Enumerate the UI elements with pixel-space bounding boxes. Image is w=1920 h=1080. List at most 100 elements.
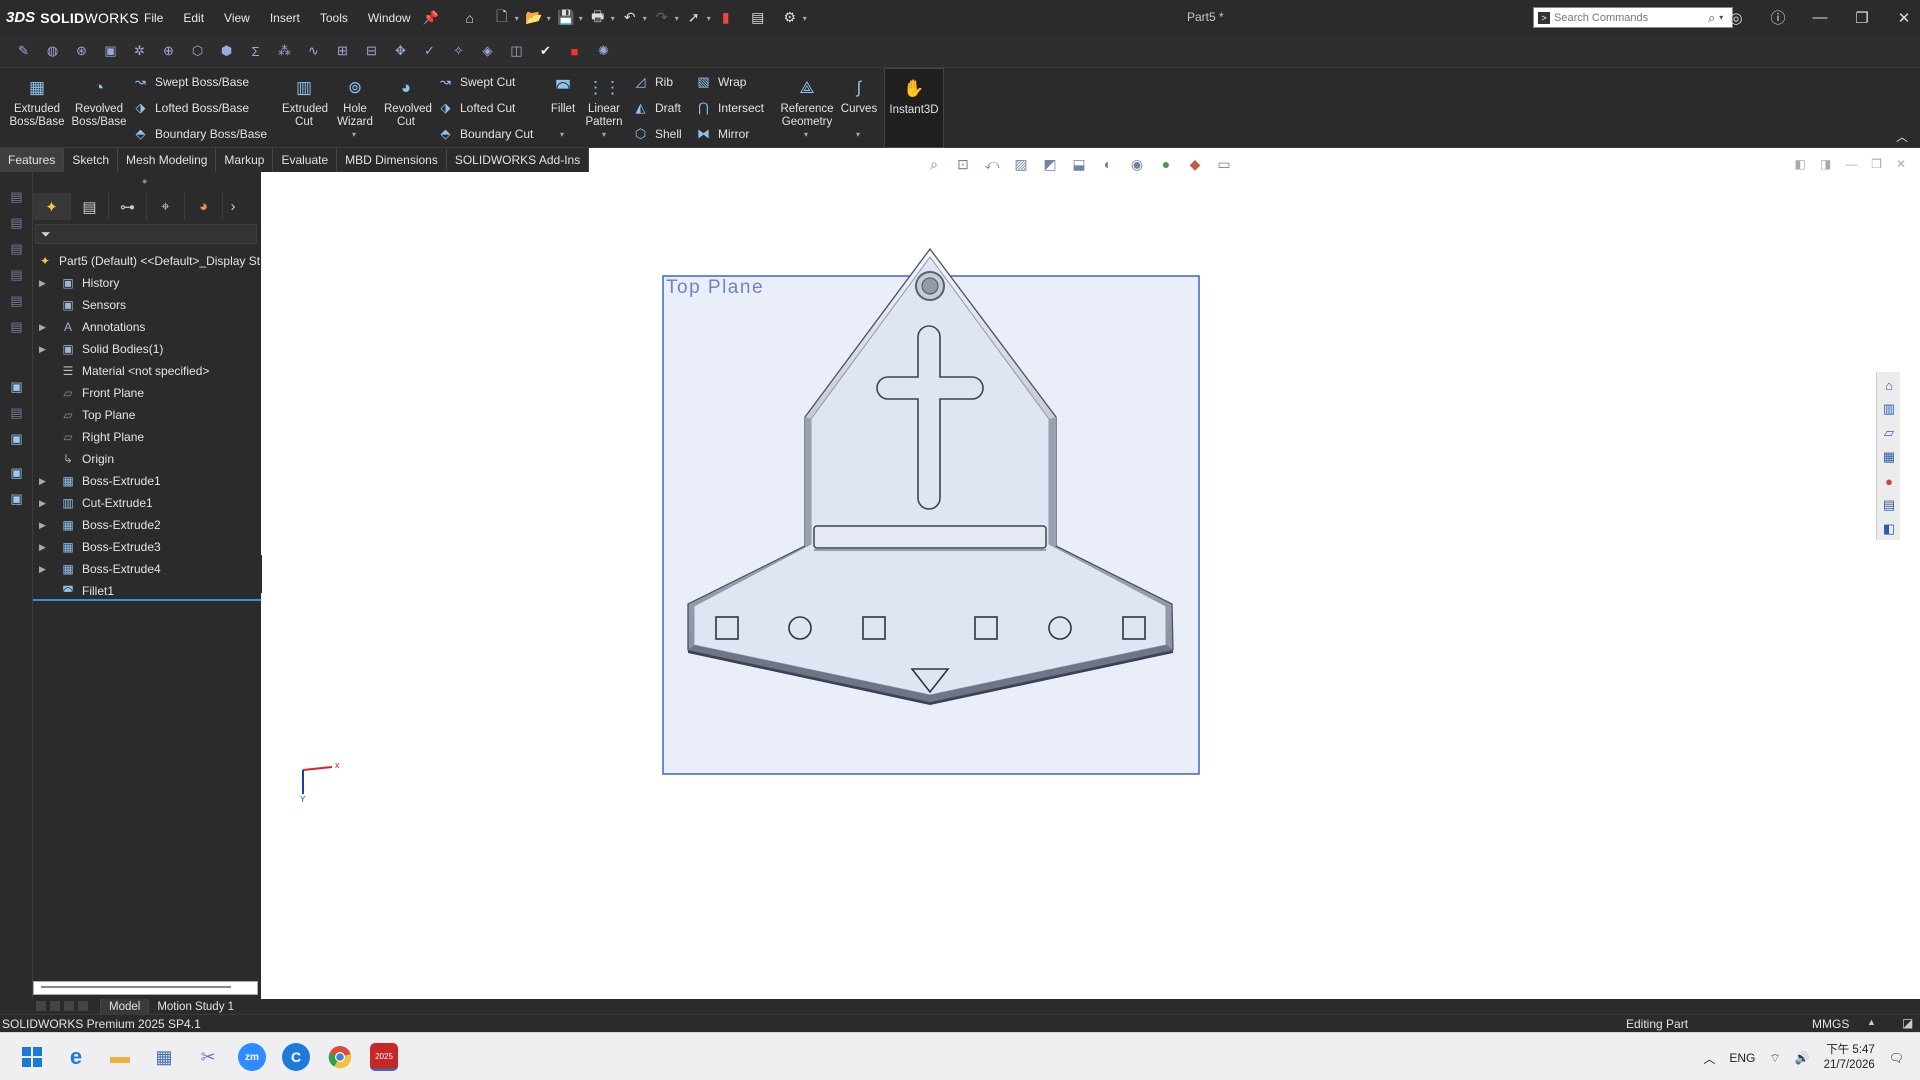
extrude-tool-icon[interactable]: ▣ [101,42,120,61]
strip-tool-9-icon[interactable]: ▣ [7,430,26,447]
strip-tool-7-icon[interactable]: ▣ [7,378,26,395]
c-app-icon[interactable]: C [282,1043,310,1071]
lofted-boss-button[interactable]: ⬗ Lofted Boss/Base [132,98,250,118]
extruded-boss-button[interactable]: ▦ Extruded Boss/Base [6,76,68,128]
file-properties-icon[interactable]: ▤ [749,9,767,27]
tab-solidworks-addins[interactable]: SOLIDWORKS Add-Ins [447,148,590,172]
revolved-boss-button[interactable]: ◔ Revolved Boss/Base [68,76,130,128]
calculator-icon[interactable]: ▦ [150,1043,178,1071]
hole-wizard-dropdown-icon[interactable]: ▾ [352,130,356,139]
shell-button[interactable]: ⬡ Shell [632,124,682,144]
curves-button[interactable]: ∫ Curves [829,76,889,116]
scroll-first-icon[interactable] [36,1001,46,1011]
tree-node-annotations[interactable]: ▶ A Annotations [33,316,261,338]
wrap-button[interactable]: ▧ Wrap [695,72,746,92]
feature-manager-horizontal-scrollbar[interactable] [33,978,261,999]
expand-arrow-icon[interactable]: ▶ [39,564,46,575]
render-tool-icon[interactable]: ◈ [478,42,497,61]
mirror-button[interactable]: ⧓ Mirror [695,124,749,144]
save-icon[interactable]: 💾 ▾ [557,9,583,27]
tree-node-boss-extrude1[interactable]: ▶ ▦ Boss-Extrude1 [33,470,261,492]
menu-edit[interactable]: Edit [183,11,204,25]
viewport-close-icon[interactable]: ✕ [1896,157,1906,171]
print-icon[interactable]: 🖶 ▾ [589,8,615,27]
strip-tool-6-icon[interactable]: ▤ [7,318,26,335]
tray-overflow-chevron-icon[interactable]: ︿ [1703,1050,1715,1067]
boundary-boss-button[interactable]: ⬘ Boundary Boss/Base [132,124,268,144]
verify-icon[interactable]: ✔ [536,42,555,61]
tab-features[interactable]: Features [0,148,65,172]
expand-arrow-icon[interactable]: ▶ [39,278,46,289]
solidworks-taskbar-icon[interactable]: 2025 [370,1043,398,1071]
options-gear-icon[interactable]: ⚙ ▾ [781,9,806,27]
search-dropdown-icon[interactable]: ▾ [1719,13,1723,22]
feature-manager-tab-icon[interactable]: ✦ [33,193,71,220]
search-icon[interactable]: ⌕ [1708,10,1715,26]
input-language-indicator[interactable]: ENG [1729,1051,1755,1065]
user-account-icon[interactable]: ◎ [1726,9,1746,27]
unit-system-selector[interactable]: MMGS [1812,1017,1849,1031]
strip-tool-8-icon[interactable]: ▤ [7,404,26,421]
menu-insert[interactable]: Insert [270,11,300,25]
dimxpert-manager-tab-icon[interactable]: ⌖ [147,193,185,220]
zoom-app-icon[interactable]: zm [238,1043,266,1071]
tab-sketch[interactable]: Sketch [64,148,119,172]
viewport-minimize-icon[interactable]: — [1845,157,1857,171]
gear-feature-icon[interactable]: ✲ [130,42,149,61]
pattern-tool-icon[interactable]: ⁂ [275,42,294,61]
tab-mbd-dimensions[interactable]: MBD Dimensions [337,148,447,172]
strip-tool-1-icon[interactable]: ▤ [7,188,26,205]
rib-button[interactable]: ◿ Rib [632,72,674,92]
restore-icon[interactable]: ❐ [1852,9,1872,27]
menu-view[interactable]: View [224,11,250,25]
view-orientation-icon[interactable]: ⬓ [1069,155,1089,173]
assembly-tool-icon[interactable]: ⊞ [333,42,352,61]
panel-grip-icon[interactable]: ● [142,176,147,186]
drawing-tool-icon[interactable]: ⊟ [362,42,381,61]
linear-pattern-button[interactable]: ⋮⋮ Linear Pattern [574,76,634,128]
viewport-restore-icon[interactable]: ❐ [1871,157,1882,171]
curve-tool-icon[interactable]: ∿ [304,42,323,61]
feature-tree-filter[interactable]: ⏷ [35,224,257,244]
move-tool-icon[interactable]: ✥ [391,42,410,61]
property-manager-tab-icon[interactable]: ▤ [71,193,109,220]
tab-mesh-modeling[interactable]: Mesh Modeling [118,148,217,172]
reference-tool-icon[interactable]: ✧ [449,42,468,61]
tab-evaluate[interactable]: Evaluate [273,148,338,172]
chrome-browser-icon[interactable] [326,1043,354,1071]
solidworks-logo[interactable]: 3DS SOLIDWORKS [0,9,140,26]
square-cutout-4[interactable] [1122,616,1146,640]
draft-button[interactable]: ◭ Draft [632,98,682,118]
custom-properties-icon[interactable]: ▤ [1879,495,1899,515]
scrollbar-thumb[interactable] [41,986,231,988]
search-input[interactable] [1554,11,1704,24]
pin-menu-icon[interactable]: 📌 [423,10,439,26]
menu-window[interactable]: Window [368,11,411,25]
fillet-dropdown-icon[interactable]: ▾ [560,130,564,139]
tree-node-front-plane[interactable]: ▱ Front Plane [33,382,261,404]
smart-dimension-icon[interactable]: ◍ [43,42,62,61]
zoom-to-area-icon[interactable]: ⊡ [953,155,973,173]
strip-tool-4-icon[interactable]: ▤ [7,266,26,283]
tree-node-boss-extrude2[interactable]: ▶ ▦ Boss-Extrude2 [33,514,261,536]
scrollbar-track[interactable] [33,981,258,995]
expand-arrow-icon[interactable]: ▶ [39,322,46,333]
system-clock[interactable]: 下午 5:47 21/7/2026 [1824,1043,1875,1073]
volume-icon[interactable]: 🔊 [1795,1051,1810,1065]
expand-arrow-icon[interactable]: ▶ [39,476,46,487]
more-tabs-chevron-icon[interactable]: › [223,193,243,220]
dynamic-annotation-icon[interactable]: ◩ [1040,155,1060,173]
scroll-next-icon[interactable] [64,1001,74,1011]
horizontal-ledge[interactable] [813,525,1047,549]
menu-tools[interactable]: Tools [320,11,348,25]
tab-model[interactable]: Model [100,999,149,1014]
reference-geometry-dropdown-icon[interactable]: ▾ [804,130,808,139]
hole-tool-icon[interactable]: ⊕ [159,42,178,61]
search-commands-box[interactable]: > ⌕ ▾ [1533,7,1733,28]
select-cursor-icon[interactable]: ➚ ▾ [685,9,711,27]
tree-root-part[interactable]: ✦ Part5 (Default) <<Default>_Display St [33,250,261,272]
edge-browser-icon[interactable]: e [62,1043,90,1071]
swept-boss-button[interactable]: ↝ Swept Boss/Base [132,72,249,92]
expand-arrow-icon[interactable]: ▶ [39,542,46,553]
scroll-prev-icon[interactable] [50,1001,60,1011]
